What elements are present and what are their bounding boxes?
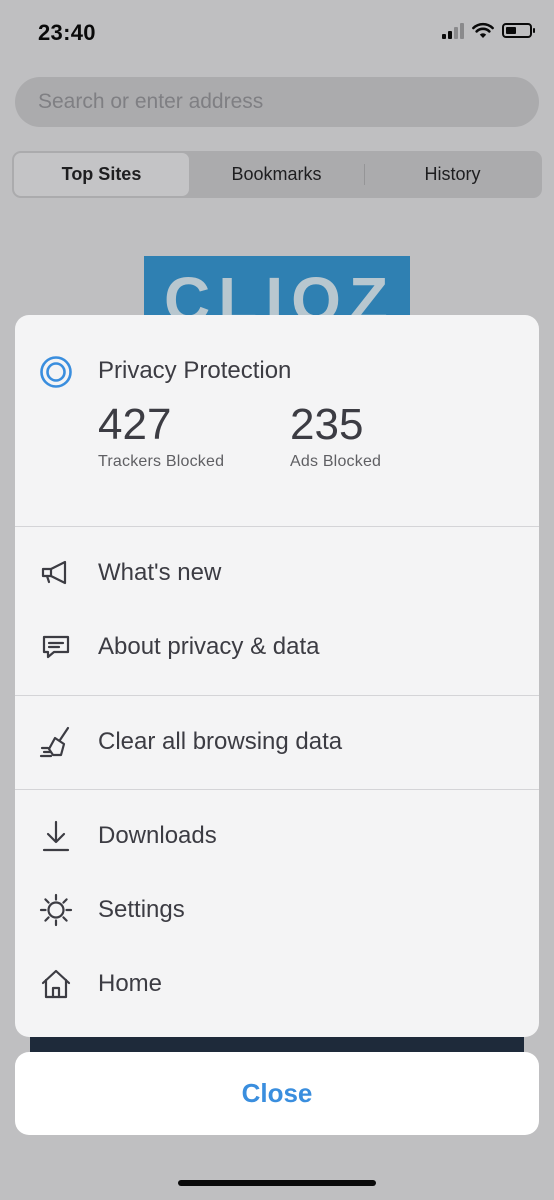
gear-icon	[39, 893, 73, 927]
home-icon	[39, 967, 73, 1001]
trackers-blocked-stat: 427 Trackers Blocked	[98, 399, 224, 471]
menu-item-about-privacy[interactable]: About privacy & data	[15, 610, 539, 684]
menu-item-label: Clear all browsing data	[98, 728, 343, 755]
menu-item-label: Home	[98, 970, 163, 997]
menu-item-label: What's new	[98, 559, 222, 586]
megaphone-icon	[39, 556, 73, 590]
address-bar[interactable]	[15, 77, 539, 127]
menu-item-label: Downloads	[98, 822, 217, 849]
download-icon	[39, 819, 73, 853]
tab-top-sites[interactable]: Top Sites	[14, 153, 189, 196]
tab-bookmarks[interactable]: Bookmarks	[189, 153, 364, 196]
menu-item-downloads[interactable]: Downloads	[15, 799, 539, 873]
wifi-icon	[472, 22, 494, 38]
ads-blocked-label: Ads Blocked	[290, 453, 382, 470]
ads-blocked-stat: 235 Ads Blocked	[290, 399, 381, 471]
battery-icon	[502, 23, 535, 38]
privacy-protection-section[interactable]: Privacy Protection 427 Trackers Blocked …	[15, 315, 539, 527]
tab-history[interactable]: History	[365, 153, 540, 196]
trackers-blocked-count: 427	[98, 400, 172, 449]
menu-item-settings[interactable]: Settings	[15, 873, 539, 947]
menu-divider	[15, 526, 539, 527]
broom-icon	[39, 725, 73, 759]
menu-divider	[15, 789, 539, 790]
cliqz-logo: CLIQZ	[144, 256, 410, 316]
tab-switcher: Top Sites Bookmarks History	[12, 151, 542, 198]
close-button[interactable]: Close	[15, 1052, 539, 1135]
menu-divider	[15, 695, 539, 696]
cellular-signal-icon	[442, 22, 464, 39]
status-time: 23:40	[38, 20, 96, 45]
status-bar: 23:40	[0, 0, 554, 70]
menu-item-whats-new[interactable]: What's new	[15, 536, 539, 610]
menu-item-home[interactable]: Home	[15, 947, 539, 1021]
cliqz-logo-text: CLIQZ	[164, 264, 396, 316]
menu-item-label: About privacy & data	[98, 633, 320, 660]
message-icon	[39, 630, 73, 664]
search-input[interactable]	[38, 90, 539, 114]
status-icons	[442, 22, 535, 39]
privacy-shield-icon	[40, 356, 72, 388]
menu-item-clear-browsing-data[interactable]: Clear all browsing data	[15, 705, 539, 779]
menu-item-label: Settings	[98, 896, 185, 923]
ads-blocked-count: 235	[290, 400, 364, 449]
trackers-blocked-label: Trackers Blocked	[98, 453, 225, 470]
control-center-menu: Privacy Protection 427 Trackers Blocked …	[15, 315, 539, 1037]
home-indicator[interactable]	[178, 1180, 376, 1186]
privacy-title: Privacy Protection	[98, 357, 292, 384]
